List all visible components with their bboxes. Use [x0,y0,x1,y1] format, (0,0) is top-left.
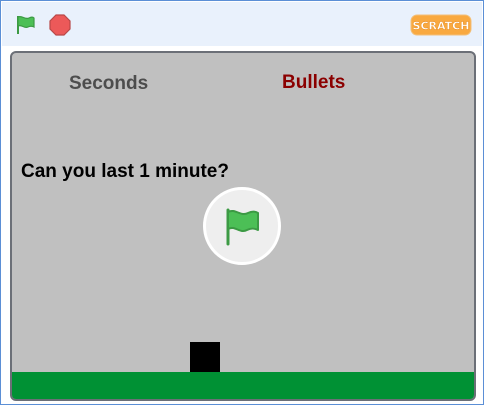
seconds-variable-label: Seconds [69,73,149,94]
green-flag-button[interactable] [14,13,38,37]
stop-icon [49,14,71,36]
bullets-variable-label: Bullets [282,72,346,93]
stop-button[interactable] [48,13,72,37]
green-flag-icon [226,208,259,246]
svg-text:SCRATCH: SCRATCH [413,20,470,33]
player-sprite [190,342,220,372]
scratch-player: SCRATCH Seconds Bullets Can you last 1 m… [0,0,484,405]
player-toolbar: SCRATCH [2,2,482,46]
scratch-logo[interactable]: SCRATCH [410,14,472,36]
challenge-prompt: Can you last 1 minute? [21,161,229,182]
green-flag-overlay-button[interactable] [203,187,281,265]
stage[interactable]: Seconds Bullets Can you last 1 minute? [10,51,476,401]
ground [12,372,474,399]
green-flag-icon [17,15,35,34]
